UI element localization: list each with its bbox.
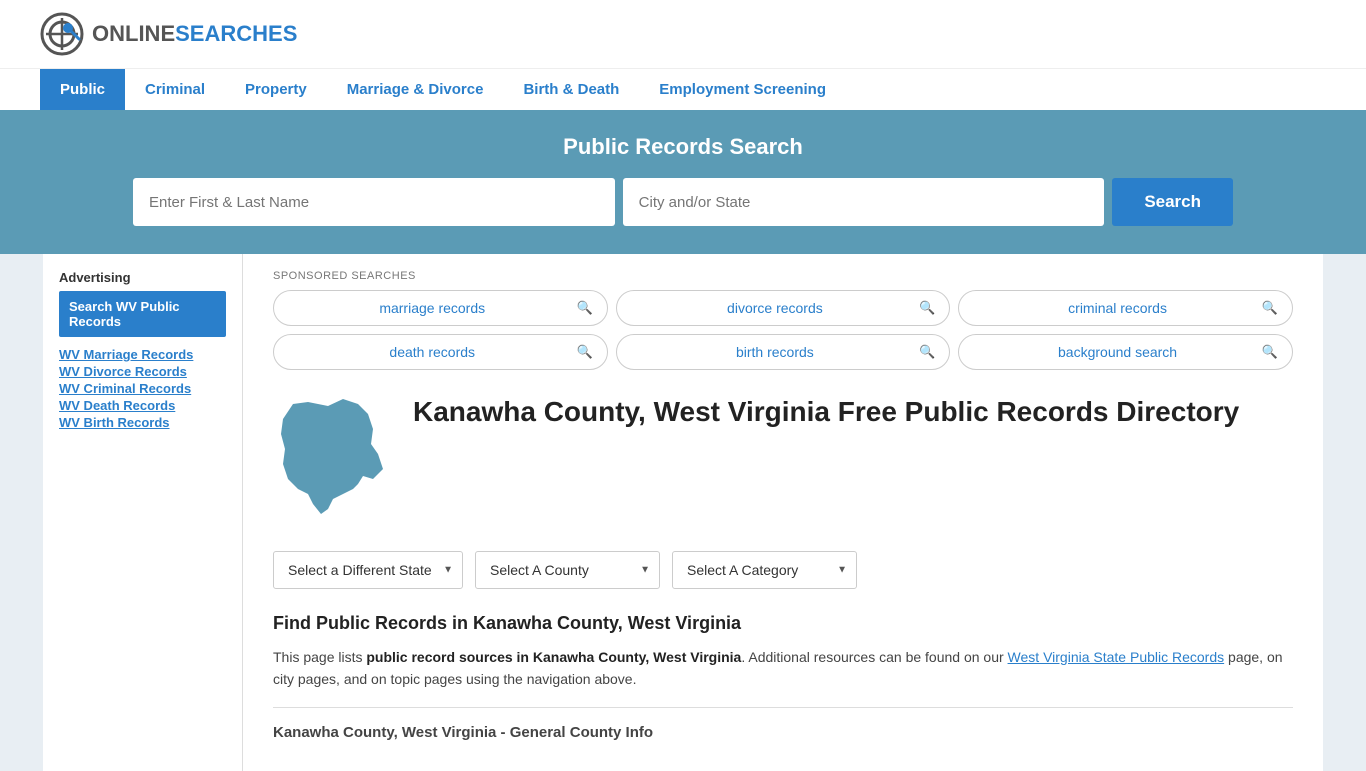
dropdowns-row: Select a Different State Select A County…	[273, 551, 1293, 589]
find-link[interactable]: West Virginia State Public Records	[1008, 649, 1225, 665]
county-dropdown-wrapper: Select A County	[475, 551, 660, 589]
nav-item-marriage-divorce[interactable]: Marriage & Divorce	[327, 69, 504, 110]
search-icon-divorce: 🔍	[919, 300, 935, 316]
nav-item-public[interactable]: Public	[40, 69, 125, 110]
search-icon-criminal: 🔍	[1262, 300, 1278, 316]
search-icon-background: 🔍	[1262, 344, 1278, 360]
sponsored-item-death[interactable]: death records 🔍	[273, 334, 608, 370]
sponsored-item-birth[interactable]: birth records 🔍	[616, 334, 951, 370]
sponsored-text-marriage: marriage records	[288, 300, 576, 316]
logo-icon	[40, 12, 84, 56]
location-input[interactable]	[623, 178, 1105, 226]
sponsored-label: SPONSORED SEARCHES	[273, 270, 1293, 282]
find-text-part1: This page lists	[273, 649, 366, 665]
nav-item-employment[interactable]: Employment Screening	[639, 69, 846, 110]
nav-item-property[interactable]: Property	[225, 69, 327, 110]
find-records-title: Find Public Records in Kanawha County, W…	[273, 613, 1293, 634]
search-button[interactable]: Search	[1112, 178, 1233, 226]
sidebar-ad-button[interactable]: Search WV Public Records	[59, 291, 226, 337]
nav-item-criminal[interactable]: Criminal	[125, 69, 225, 110]
sponsored-item-background[interactable]: background search 🔍	[958, 334, 1293, 370]
category-dropdown[interactable]: Select A Category	[672, 551, 857, 589]
find-text-bold: public record sources in Kanawha County,…	[366, 649, 741, 665]
logo-text: ONLINESEARCHES	[92, 21, 297, 47]
logo-area: ONLINESEARCHES	[40, 12, 297, 56]
state-dropdown[interactable]: Select a Different State	[273, 551, 463, 589]
sponsored-item-criminal[interactable]: criminal records 🔍	[958, 290, 1293, 326]
sidebar-link-birth[interactable]: WV Birth Records	[59, 415, 226, 430]
sponsored-text-birth: birth records	[631, 344, 919, 360]
nav-item-birth-death[interactable]: Birth & Death	[503, 69, 639, 110]
search-banner-title: Public Records Search	[40, 134, 1326, 160]
sponsored-text-background: background search	[973, 344, 1261, 360]
sidebar-link-marriage[interactable]: WV Marriage Records	[59, 347, 226, 362]
header: ONLINESEARCHES	[0, 0, 1366, 68]
main-nav: Public Criminal Property Marriage & Divo…	[0, 68, 1366, 110]
state-map	[273, 394, 393, 527]
category-dropdown-wrapper: Select A Category	[672, 551, 857, 589]
content-divider	[273, 707, 1293, 708]
sponsored-item-marriage[interactable]: marriage records 🔍	[273, 290, 608, 326]
content-area: SPONSORED SEARCHES marriage records 🔍 di…	[243, 254, 1323, 771]
sidebar: Advertising Search WV Public Records WV …	[43, 254, 243, 771]
sponsored-text-death: death records	[288, 344, 576, 360]
sponsored-grid: marriage records 🔍 divorce records 🔍 cri…	[273, 290, 1293, 370]
sidebar-link-criminal[interactable]: WV Criminal Records	[59, 381, 226, 396]
search-form: Search	[133, 178, 1233, 226]
name-input[interactable]	[133, 178, 615, 226]
find-text-part2: . Additional resources can be found on o…	[741, 649, 1007, 665]
search-icon-birth: 🔍	[919, 344, 935, 360]
find-records-text: This page lists public record sources in…	[273, 646, 1293, 691]
heading-area: Kanawha County, West Virginia Free Publi…	[273, 394, 1293, 527]
sponsored-text-divorce: divorce records	[631, 300, 919, 316]
sidebar-link-death[interactable]: WV Death Records	[59, 398, 226, 413]
search-icon-marriage: 🔍	[576, 300, 592, 316]
sidebar-link-divorce[interactable]: WV Divorce Records	[59, 364, 226, 379]
sponsored-text-criminal: criminal records	[973, 300, 1261, 316]
sponsored-item-divorce[interactable]: divorce records 🔍	[616, 290, 951, 326]
sidebar-links: WV Marriage Records WV Divorce Records W…	[59, 347, 226, 430]
page-title: Kanawha County, West Virginia Free Publi…	[413, 394, 1239, 430]
search-banner: Public Records Search Search	[0, 110, 1366, 254]
search-icon-death: 🔍	[576, 344, 592, 360]
sidebar-ad-label: Advertising	[59, 270, 226, 285]
section-subtitle: Kanawha County, West Virginia - General …	[273, 724, 1293, 741]
state-dropdown-wrapper: Select a Different State	[273, 551, 463, 589]
county-dropdown[interactable]: Select A County	[475, 551, 660, 589]
main-wrapper: Advertising Search WV Public Records WV …	[43, 254, 1323, 771]
wv-map-svg	[273, 394, 393, 524]
